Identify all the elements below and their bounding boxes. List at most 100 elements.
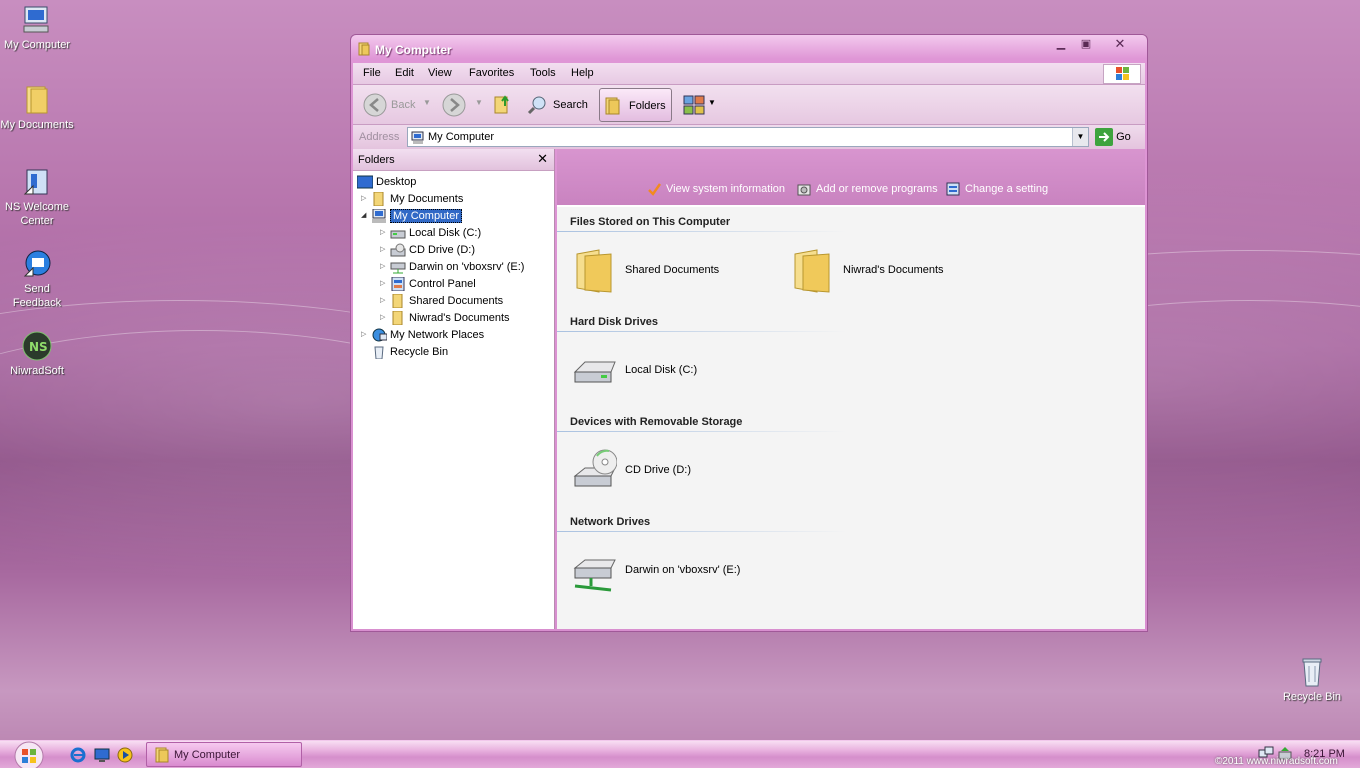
desktop-icon-recycle-bin[interactable]: Recycle Bin [1275,656,1349,704]
forward-dropdown-icon[interactable]: ▼ [475,98,483,107]
back-dropdown-icon[interactable]: ▼ [423,98,431,107]
internet-explorer-icon[interactable] [70,747,86,763]
group-divider [557,431,847,432]
show-desktop-icon[interactable] [94,747,110,763]
up-folder-icon[interactable] [491,94,513,116]
expand-icon[interactable]: ▷ [380,225,390,241]
desktop-icon-my-computer[interactable]: My Computer [0,4,74,52]
toolbar: Back ▼ ▼ Search Folders ▼ [353,85,1145,125]
go-button[interactable]: Go [1095,128,1131,146]
window-title: My Computer [375,43,452,57]
folder-icon [373,192,384,206]
task-add-remove-programs[interactable]: Add or remove programs [797,182,938,196]
group-title-files-stored: Files Stored on This Computer [570,216,731,228]
explorer-window: My Computer ▁ ▣ ✕ File Edit View Favorit… [350,34,1148,632]
my-computer-folder-icon [155,747,169,763]
tree-item-cd-drive[interactable]: ▷ CD Drive (D:) [380,242,475,258]
tree-item-desktop[interactable]: Desktop [357,174,416,190]
group-divider [557,531,847,532]
expand-icon[interactable]: ▷ [380,310,390,326]
expand-icon[interactable]: ▷ [361,327,371,343]
search-button-label[interactable]: Search [553,99,588,111]
tree-item-label: Recycle Bin [390,346,449,358]
address-dropdown-icon[interactable]: ▼ [1072,128,1088,146]
tree-item-label: My Documents [390,193,464,205]
expand-icon[interactable]: ▷ [361,191,371,207]
item-label: Local Disk (C:) [625,364,698,376]
folders-pane-close-icon[interactable]: ✕ [537,151,548,167]
maximize-button[interactable]: ▣ [1075,38,1097,52]
expand-icon[interactable]: ▷ [380,293,390,309]
tree-item-my-computer[interactable]: ◢ My Computer [361,208,463,224]
task-view-system-information[interactable]: View system information [647,182,785,196]
address-label: Address [359,131,400,143]
folder-icon [392,294,403,308]
menu-tools[interactable]: Tools [530,67,556,79]
folders-pane-header: Folders ✕ [353,149,554,171]
menu-file[interactable]: File [363,67,381,79]
task-change-a-setting[interactable]: Change a setting [946,182,1048,196]
expand-icon[interactable]: ▷ [380,276,390,292]
cd-drive-icon [390,243,406,257]
address-input[interactable]: My Computer ▼ [407,127,1089,147]
desktop-icon-label: Send Feedback [12,283,62,309]
group-divider [557,231,847,232]
expand-icon[interactable]: ▷ [380,259,390,275]
taskbar-button-label: My Computer [174,749,241,761]
minimize-button[interactable]: ▁ [1050,38,1072,52]
forward-arrow-icon[interactable] [442,93,466,117]
windows-flag-icon [1116,67,1129,80]
tree-item-label: My Computer [390,209,463,223]
folders-pane-title: Folders [358,154,395,166]
checkmark-icon [648,183,661,196]
desktop-icon [357,175,373,189]
svg-text:NS: NS [29,340,48,354]
group-title-hard-disk-drives: Hard Disk Drives [570,316,659,328]
tree-item-label: CD Drive (D:) [409,244,475,256]
tree-item-local-disk[interactable]: ▷ Local Disk (C:) [380,225,481,241]
tree-item-label: Control Panel [409,278,476,290]
desktop-icon-label: My Documents [0,119,74,131]
desktop-icon-ns-welcome-center[interactable]: NS Welcome Center [0,166,74,228]
views-icon[interactable] [683,94,705,116]
folder-icon [392,311,403,325]
tree-item-my-documents[interactable]: ▷ My Documents [361,191,463,207]
computer-icon [23,6,49,33]
item-label: Darwin on 'vboxsrv' (E:) [625,564,741,576]
folder-icon [794,249,830,293]
tree-item-my-network-places[interactable]: ▷ My Network Places [361,327,484,343]
menu-help[interactable]: Help [571,67,594,79]
desktop-icon-label: Recycle Bin [1282,691,1342,703]
title-bar[interactable]: My Computer ▁ ▣ ✕ [351,35,1147,63]
group-title-removable-storage: Devices with Removable Storage [570,416,743,428]
windows-logo [1103,64,1141,84]
group-title-network-drives: Network Drives [570,516,651,528]
tree-item-recycle-bin[interactable]: Recycle Bin [371,344,448,360]
back-button-label[interactable]: Back [391,99,415,111]
tree-item-control-panel[interactable]: ▷ Control Panel [380,276,476,292]
media-player-icon[interactable] [117,747,133,763]
desktop-icon-my-documents[interactable]: My Documents [0,84,74,132]
tree-item-niwrads-documents[interactable]: ▷ Niwrad's Documents [380,310,510,326]
search-icon[interactable] [527,95,547,115]
start-button[interactable] [12,741,46,768]
tree-item-shared-documents[interactable]: ▷ Shared Documents [380,293,503,309]
close-button[interactable]: ✕ [1109,37,1131,52]
network-drive-icon [390,262,406,274]
collapse-icon[interactable]: ◢ [361,208,371,224]
menu-view[interactable]: View [428,67,452,79]
tree-item-label: Shared Documents [409,295,504,307]
menu-edit[interactable]: Edit [395,67,414,79]
taskbar-button-my-computer[interactable]: My Computer [146,742,302,767]
folders-button[interactable]: Folders [599,88,672,122]
views-dropdown-icon[interactable]: ▼ [708,98,716,107]
back-arrow-icon[interactable] [363,93,387,117]
tree-item-network-drive[interactable]: ▷ Darwin on 'vboxsrv' (E:) [380,259,524,275]
cd-drive-icon [573,449,617,487]
folders-pane: Folders ✕ Desktop ▷ My Documents ◢ My Comp… [353,149,555,629]
expand-icon[interactable]: ▷ [380,242,390,258]
desktop-icon-send-feedback[interactable]: Send Feedback [0,248,74,310]
hard-disk-icon [573,361,616,383]
menu-favorites[interactable]: Favorites [469,67,514,79]
desktop-icon-niwradsoft[interactable]: NS NiwradSoft [0,330,74,378]
